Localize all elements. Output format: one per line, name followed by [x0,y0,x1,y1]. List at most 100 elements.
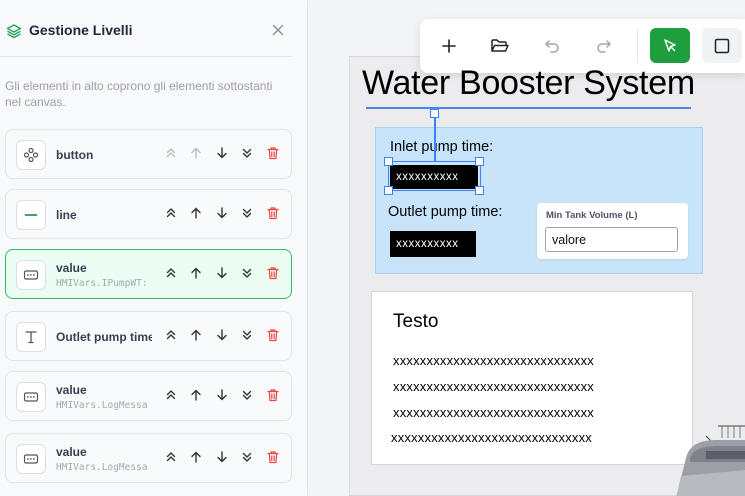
text-icon [16,322,46,352]
move-up-icon [189,266,203,285]
trash-icon [266,266,280,285]
text-block-title: Testo [393,311,439,332]
move-to-top-button[interactable] [158,328,184,346]
text-block-line: xxxxxxxxxxxxxxxxxxxxxxxxxxxxxx [393,353,594,368]
move-to-bottom-icon [240,328,254,347]
move-up-icon [189,328,203,347]
text-block-line: xxxxxxxxxxxxxxxxxxxxxxxxxxxxxx [393,405,594,420]
move-down-button[interactable] [209,450,235,468]
move-up-button[interactable] [184,206,210,224]
trash-button[interactable] [260,328,286,346]
rectangle-tool-button[interactable] [702,28,742,63]
move-down-button[interactable] [209,206,235,224]
pump-machine-image[interactable] [676,418,745,496]
move-to-top-button[interactable] [158,388,184,406]
inlet-pump-label[interactable]: Inlet pump time: [390,139,493,155]
layer-item[interactable]: value HMIVars.LogMessa [5,433,292,483]
close-icon[interactable] [270,22,286,38]
move-up-button[interactable] [184,266,210,284]
move-up-icon [189,450,203,469]
move-up-button[interactable] [184,450,210,468]
panel-title: Gestione Livelli [29,22,133,38]
move-down-icon [215,388,229,407]
select-pointer-icon [664,38,676,52]
text-block-line: xxxxxxxxxxxxxxxxxxxxxxxxxxxxxx [393,379,594,394]
resize-handle-top-left[interactable] [384,157,393,166]
canvas-title-line[interactable] [366,107,691,109]
move-to-top-icon [164,266,178,285]
open-file-button[interactable] [482,32,518,60]
layer-name: button [56,148,94,162]
move-up-button[interactable] [184,328,210,346]
move-down-icon [215,266,229,285]
move-to-top-button[interactable] [158,146,184,164]
layer-item[interactable]: Outlet pump time [5,311,292,361]
trash-button[interactable] [260,146,286,164]
add-element-button[interactable] [431,32,467,60]
trash-button[interactable] [260,388,286,406]
move-to-bottom-button[interactable] [235,266,261,284]
value-field-icon [16,382,46,412]
layer-actions [158,266,286,284]
move-to-top-icon [164,146,178,165]
move-to-bottom-icon [240,146,254,165]
app-root: Gestione Livelli Gli elementi in alto co… [0,0,745,496]
layer-item[interactable]: button [5,129,292,179]
move-to-top-button[interactable] [158,266,184,284]
move-to-top-button[interactable] [158,450,184,468]
rotate-handle[interactable] [430,109,439,118]
text-block-line: xxxxxxxxxxxxxxxxxxxxxxxxxxxxxx [391,430,592,445]
move-down-button[interactable] [209,266,235,284]
move-to-bottom-button[interactable] [235,450,261,468]
layer-actions [158,206,286,224]
redo-icon [597,40,611,53]
layer-item[interactable]: line [5,189,292,239]
line-icon [16,200,46,230]
resize-handle-bottom-left[interactable] [384,186,393,195]
move-to-bottom-button[interactable] [235,328,261,346]
layer-binding: HMIVars.LogMessa [56,462,148,473]
layer-actions [158,450,286,468]
canvas-title-text[interactable]: Water Booster System [362,64,695,103]
resize-handle-bottom-right[interactable] [475,186,484,195]
undo-icon [545,40,559,53]
value-field-icon [16,260,46,290]
move-to-top-icon [164,450,178,469]
min-tank-volume-input[interactable]: valore [545,227,678,252]
select-tool-button[interactable] [650,28,690,63]
move-up-icon [189,388,203,407]
undo-button[interactable] [534,32,570,60]
move-up-icon [189,206,203,225]
panel-description: Gli elementi in alto coprono gli element… [5,79,273,109]
move-down-button[interactable] [209,146,235,164]
outlet-pump-label[interactable]: Outlet pump time: [388,204,502,220]
min-tank-volume-widget[interactable]: Min Tank Volume (L) valore [537,203,688,259]
layer-item[interactable]: value HMIVars.IPumpWT: [5,249,292,299]
move-to-top-icon [164,206,178,225]
text-block[interactable]: Testo xxxxxxxxxxxxxxxxxxxxxxxxxxxxxx xxx… [371,291,693,465]
outlet-pump-value[interactable]: xxxxxxxxxx [390,231,476,257]
layer-binding: HMIVars.IPumpWT: [56,278,148,289]
move-up-button[interactable] [184,146,210,164]
redo-button[interactable] [586,32,622,60]
layer-item[interactable]: value HMIVars.LogMessa [5,371,292,421]
move-down-button[interactable] [209,388,235,406]
move-up-button[interactable] [184,388,210,406]
trash-icon [266,450,280,469]
trash-button[interactable] [260,266,286,284]
move-to-bottom-button[interactable] [235,388,261,406]
folder-open-icon [491,39,509,52]
value-field-icon [16,444,46,474]
selection-outline [388,161,481,191]
move-to-top-button[interactable] [158,206,184,224]
trash-icon [266,146,280,165]
resize-handle-top-right[interactable] [475,157,484,166]
layer-actions [158,388,286,406]
move-to-bottom-button[interactable] [235,206,261,224]
move-to-bottom-icon [240,450,254,469]
move-to-bottom-button[interactable] [235,146,261,164]
layers-icon [6,24,22,39]
trash-button[interactable] [260,206,286,224]
trash-button[interactable] [260,450,286,468]
move-down-button[interactable] [209,328,235,346]
